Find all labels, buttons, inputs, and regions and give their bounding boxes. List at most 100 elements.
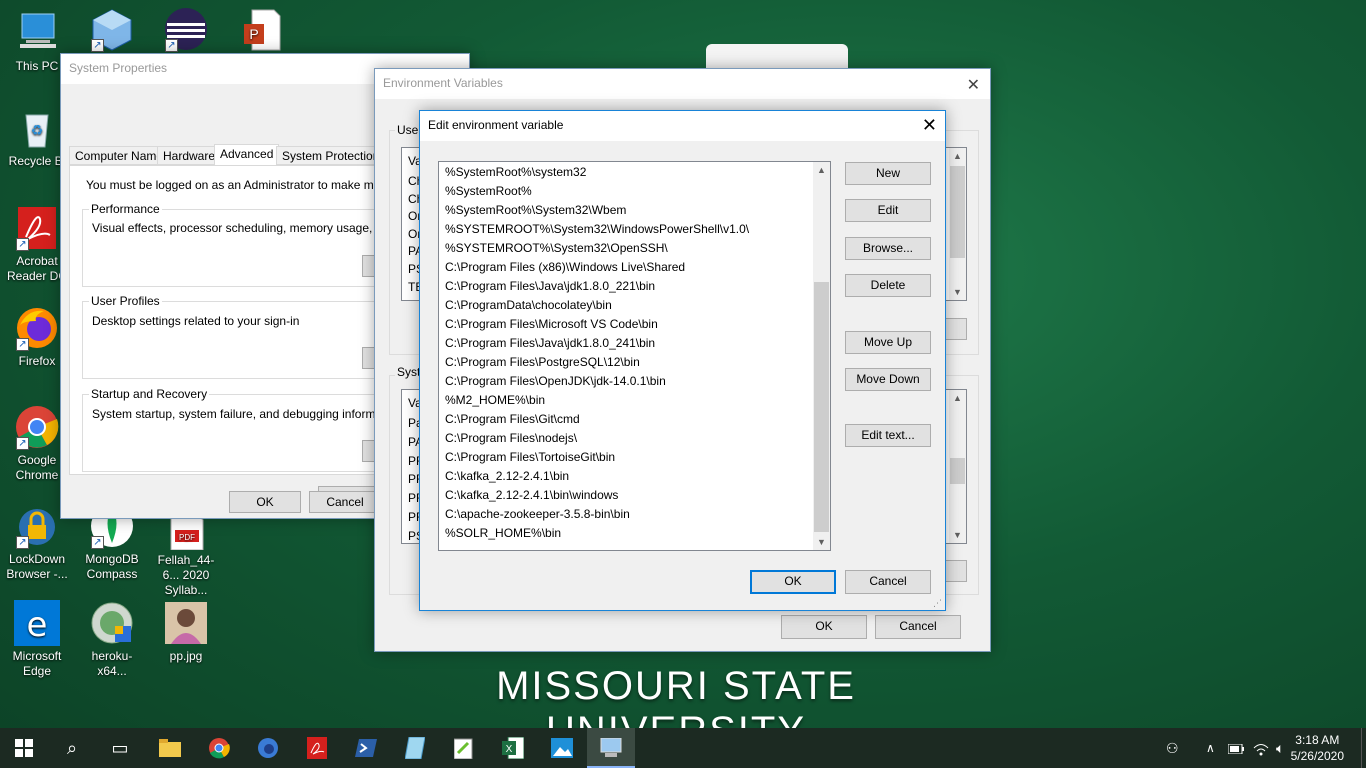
chrome-icon[interactable] [195,728,243,768]
tab-computer-name[interactable]: Computer Name [69,146,170,165]
performance-label: Performance [89,202,162,216]
notepadpp-icon[interactable] [440,728,488,768]
desktop-icon-virtualbox[interactable]: ↗ [77,6,147,55]
tab-system-protection[interactable]: System Protection [276,146,386,165]
env-ok-button[interactable]: OK [781,615,867,639]
path-entry[interactable]: C:\Program Files\PostgreSQL\12\bin [439,353,813,372]
user-profiles-label: User Profiles [89,294,162,308]
scroll-down-icon[interactable]: ▼ [949,287,966,297]
desktop-icon-eclipse[interactable]: ↗ [151,6,221,55]
desktop-icon-pdf-file[interactable]: PDF Fellah_44-6... 2020 Syllab... [151,510,221,598]
edit-button[interactable]: Edit [845,199,931,222]
clock-date: 5/26/2020 [1290,749,1344,763]
close-icon[interactable]: ✕ [922,115,937,136]
path-entry[interactable]: %SystemRoot% [439,182,813,201]
shortcut-arrow-icon: ↗ [16,437,29,450]
env-vars-title[interactable]: Environment Variables [375,69,990,99]
path-entry[interactable]: %SOLR_HOME%\bin [439,524,813,543]
new-button[interactable]: New [845,162,931,185]
sysprop-cancel-button[interactable]: Cancel [309,491,381,513]
scroll-up-icon[interactable]: ▲ [949,393,966,403]
path-entry[interactable]: C:\Program Files\nodejs\ [439,429,813,448]
path-entry[interactable]: C:\Program Files\Git\cmd [439,410,813,429]
scroll-thumb[interactable] [950,166,965,258]
acrobat-icon[interactable] [293,728,341,768]
file-explorer-icon[interactable] [146,728,194,768]
tab-advanced[interactable]: Advanced [214,144,280,166]
edit-cancel-button[interactable]: Cancel [845,570,931,594]
close-icon[interactable]: ✕ [967,75,980,95]
chrome-icon: ↗ [14,404,60,450]
move-up-button[interactable]: Move Up [845,331,931,354]
path-entry[interactable]: C:\apache-zookeeper-3.5.8-bin\bin [439,505,813,524]
scroll-thumb[interactable] [814,282,829,532]
desktop-icon-label: MongoDB Compass [85,552,139,581]
scroll-up-icon[interactable]: ▲ [949,151,966,161]
resize-grip-icon[interactable]: ⋰ [933,598,943,608]
photos-icon[interactable] [538,728,586,768]
path-entry[interactable]: %SYSTEMROOT%\System32\OpenSSH\ [439,239,813,258]
start-icon[interactable] [0,728,48,768]
path-entry[interactable]: C:\ProgramData\chocolatey\bin [439,296,813,315]
scroll-down-icon[interactable]: ▼ [813,537,830,547]
wifi-icon[interactable] [1253,728,1269,768]
user-vars-scrollbar[interactable]: ▲ ▼ [949,148,966,300]
tab-hardware[interactable]: Hardware [157,146,222,165]
battery-icon[interactable] [1227,728,1244,768]
taskbar: ⌕ ▭ X ⚇ ∧ 🔈︎ 3:18 AM 5/26/2020 [0,728,1366,768]
search-icon[interactable]: ⌕ [48,728,96,768]
path-list-scrollbar[interactable]: ▲ ▼ [813,162,830,550]
firefox-icon[interactable] [244,728,292,768]
show-desktop-button[interactable] [1361,728,1366,768]
sysprop-ok-button[interactable]: OK [229,491,301,513]
path-entry[interactable]: %SystemRoot%\system32 [439,163,813,182]
path-entry[interactable]: C:\Program Files (x86)\Windows Live\Shar… [439,258,813,277]
performance-text: Visual effects, processor scheduling, me… [92,221,416,235]
task-view-icon[interactable]: ▭ [96,728,144,768]
path-entry[interactable]: %M2_HOME%\bin [439,391,813,410]
path-entry[interactable]: C:\Program Files\Microsoft VS Code\bin [439,315,813,334]
path-entry[interactable]: C:\kafka_2.12-2.4.1\bin\windows [439,486,813,505]
firefox-icon: ↗ [14,305,60,351]
path-entry[interactable]: C:\Program Files\Java\jdk1.8.0_241\bin [439,334,813,353]
browse-button[interactable]: Browse... [845,237,931,260]
show-hidden-icons-icon[interactable]: ∧ [1206,728,1215,768]
env-cancel-button[interactable]: Cancel [875,615,961,639]
system-properties-icon[interactable] [587,728,635,768]
path-entry[interactable]: %SYSTEMROOT%\System32\WindowsPowerShell\… [439,220,813,239]
desktop-icon-image-file[interactable]: pp.jpg [151,600,221,664]
scroll-thumb[interactable] [950,458,965,484]
volume-icon[interactable]: 🔈︎ [1276,728,1284,768]
excel-icon[interactable]: X [489,728,537,768]
edit-text-button[interactable]: Edit text... [845,424,931,447]
path-entry[interactable]: C:\Program Files\TortoiseGit\bin [439,448,813,467]
desktop-icon-edge[interactable]: e Microsoft Edge [2,600,72,679]
clock[interactable]: 3:18 AM 5/26/2020 [1291,732,1344,764]
delete-button[interactable]: Delete [845,274,931,297]
path-entry[interactable]: C:\Program Files\OpenJDK\jdk-14.0.1\bin [439,372,813,391]
desktop-icon-heroku[interactable]: heroku-x64... [77,600,147,679]
powershell-icon[interactable] [342,728,390,768]
desktop-icon-label: Fellah_44-6... 2020 Syllab... [157,553,215,597]
edge-icon: e [14,600,60,646]
notepad-icon[interactable] [391,728,439,768]
acrobat-icon: ↗ [14,205,60,251]
path-entry[interactable]: C:\Program Files\Java\jdk1.8.0_221\bin [439,277,813,296]
svg-text:X: X [506,744,513,755]
scroll-down-icon[interactable]: ▼ [949,530,966,540]
edit-dialog-title[interactable]: Edit environment variable [420,111,945,141]
desktop-icon-label: pp.jpg [169,649,203,663]
system-vars-scrollbar[interactable]: ▲ ▼ [949,390,966,543]
path-entries-list[interactable]: %SystemRoot%\system32 %SystemRoot% %System… [438,161,831,551]
desktop-icon-powerpoint[interactable]: P [226,6,296,55]
scroll-up-icon[interactable]: ▲ [813,165,830,175]
move-down-button[interactable]: Move Down [845,368,931,391]
edit-ok-button[interactable]: OK [750,570,836,594]
shortcut-arrow-icon: ↗ [16,536,29,549]
eclipse-icon: ↗ [163,6,209,52]
people-icon[interactable]: ⚇ [1166,728,1179,768]
shortcut-arrow-icon: ↗ [165,39,178,52]
path-entry[interactable]: %SystemRoot%\System32\Wbem [439,201,813,220]
recycle-bin-icon: ♻ [14,105,60,151]
path-entry[interactable]: C:\kafka_2.12-2.4.1\bin [439,467,813,486]
